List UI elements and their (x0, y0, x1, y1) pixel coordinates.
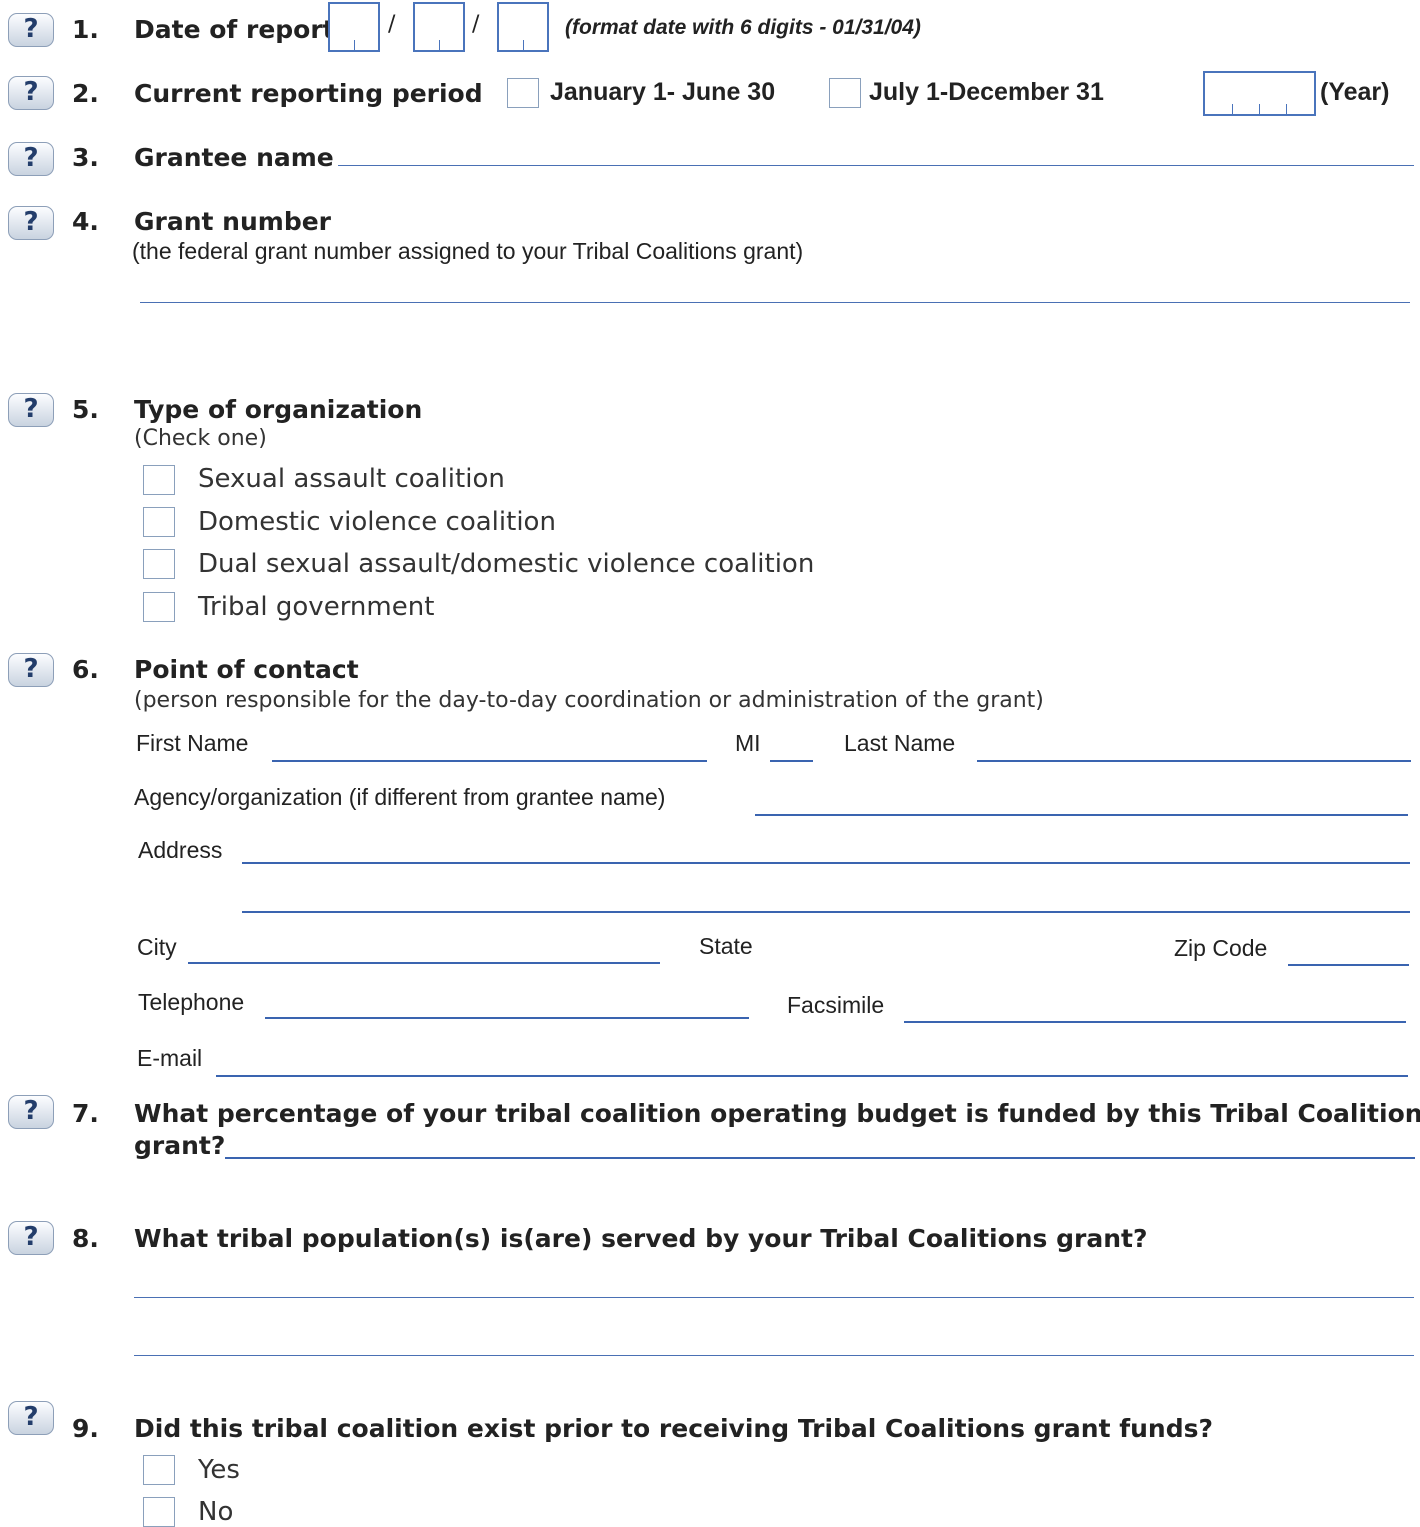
first-name-field[interactable] (272, 760, 707, 762)
prior-existence-no-label: No (198, 1497, 234, 1527)
help-icon-q1[interactable]: ? (8, 13, 54, 47)
tribal-population-field-line2[interactable] (134, 1355, 1414, 1356)
q8-number: 8. (72, 1224, 99, 1253)
agency-label: Agency/organization (if different from g… (134, 784, 666, 810)
org-type-option-label: Dual sexual assault/domestic violence co… (198, 549, 815, 579)
facsimile-label: Facsimile (787, 992, 885, 1018)
telephone-label: Telephone (138, 989, 245, 1015)
period-jul-dec-checkbox[interactable] (829, 78, 861, 108)
date-year-input[interactable] (497, 2, 549, 52)
address-label: Address (138, 837, 223, 863)
zip-code-label: Zip Code (1174, 935, 1268, 961)
q1-number: 1. (72, 15, 99, 44)
period-jul-dec-label: July 1-December 31 (869, 78, 1104, 106)
q3-number: 3. (72, 143, 99, 172)
q2-number: 2. (72, 79, 99, 108)
last-name-field[interactable] (977, 760, 1411, 762)
q9-number: 9. (72, 1414, 99, 1443)
date-day-input[interactable] (413, 2, 465, 52)
org-type-option-label: Domestic violence coalition (198, 507, 556, 537)
help-icon-q8[interactable]: ? (8, 1221, 54, 1255)
city-field[interactable] (188, 962, 660, 964)
date-format-note: (format date with 6 digits - 01/31/04) (565, 16, 921, 39)
email-field[interactable] (216, 1075, 1408, 1077)
budget-percentage-field[interactable] (225, 1157, 1415, 1159)
zip-code-field[interactable] (1288, 964, 1409, 966)
prior-existence-yes-checkbox[interactable] (143, 1455, 175, 1485)
q5-label: Type of organization (134, 395, 423, 424)
help-icon-q6[interactable]: ? (8, 653, 54, 687)
facsimile-field[interactable] (904, 1021, 1406, 1023)
state-label: State (699, 933, 753, 959)
q6-label: Point of contact (134, 655, 359, 684)
tribal-population-field-line1[interactable] (134, 1297, 1414, 1298)
date-separator: / (472, 12, 480, 37)
help-icon-q7[interactable]: ? (8, 1095, 54, 1129)
last-name-label: Last Name (844, 730, 956, 756)
question-mark-icon: ? (23, 77, 39, 107)
address-line2-field[interactable] (242, 911, 1410, 913)
help-icon-q2[interactable]: ? (8, 76, 54, 110)
prior-existence-yes-label: Yes (198, 1455, 240, 1485)
q6-sublabel: (person responsible for the day-to-day c… (134, 688, 1044, 713)
grant-number-field[interactable] (140, 302, 1410, 303)
question-mark-icon: ? (23, 143, 39, 173)
year-input[interactable] (1203, 71, 1316, 116)
question-mark-icon: ? (23, 1096, 39, 1126)
q4-number: 4. (72, 207, 99, 236)
telephone-field[interactable] (265, 1017, 749, 1019)
email-label: E-mail (137, 1045, 203, 1071)
q7-number: 7. (72, 1099, 99, 1128)
org-type-checkbox-tribal-government[interactable] (143, 592, 175, 622)
q6-number: 6. (72, 655, 99, 684)
date-separator: / (388, 12, 396, 37)
org-type-option-label: Sexual assault coalition (198, 464, 505, 494)
org-type-checkbox-dual[interactable] (143, 549, 175, 579)
q3-label: Grantee name (134, 143, 334, 172)
q2-label: Current reporting period (134, 79, 483, 108)
address-line1-field[interactable] (242, 862, 1410, 864)
q5-number: 5. (72, 395, 99, 424)
question-mark-icon: ? (23, 1402, 39, 1432)
help-icon-q9[interactable]: ? (8, 1401, 54, 1435)
q7-label-line1: What percentage of your tribal coalition… (134, 1099, 1420, 1128)
org-type-option-label: Tribal government (198, 592, 435, 622)
question-mark-icon: ? (23, 654, 39, 684)
first-name-label: First Name (136, 730, 249, 756)
period-jan-jun-checkbox[interactable] (507, 78, 539, 108)
mi-field[interactable] (770, 760, 813, 762)
help-icon-q4[interactable]: ? (8, 206, 54, 240)
q4-label: Grant number (134, 207, 331, 236)
period-jan-jun-label: January 1- June 30 (550, 78, 776, 106)
question-mark-icon: ? (23, 394, 39, 424)
question-mark-icon: ? (23, 207, 39, 237)
city-label: City (137, 934, 177, 960)
org-type-checkbox-sexual-assault[interactable] (143, 465, 175, 495)
date-month-input[interactable] (328, 2, 380, 52)
help-icon-q5[interactable]: ? (8, 393, 54, 427)
q9-label: Did this tribal coalition exist prior to… (134, 1414, 1213, 1443)
q5-sublabel: (Check one) (134, 426, 267, 451)
agency-field[interactable] (755, 814, 1408, 816)
q1-label: Date of report (134, 15, 335, 44)
q8-label: What tribal population(s) is(are) served… (134, 1224, 1148, 1253)
mi-label: MI (735, 730, 761, 756)
prior-existence-no-checkbox[interactable] (143, 1497, 175, 1527)
question-mark-icon: ? (23, 1222, 39, 1252)
question-mark-icon: ? (23, 14, 39, 44)
org-type-checkbox-domestic-violence[interactable] (143, 507, 175, 537)
help-icon-q3[interactable]: ? (8, 142, 54, 176)
year-label: (Year) (1320, 78, 1390, 106)
grantee-name-field[interactable] (338, 165, 1414, 166)
q4-sublabel: (the federal grant number assigned to yo… (132, 238, 804, 264)
q7-label-line2: grant? (134, 1131, 226, 1160)
